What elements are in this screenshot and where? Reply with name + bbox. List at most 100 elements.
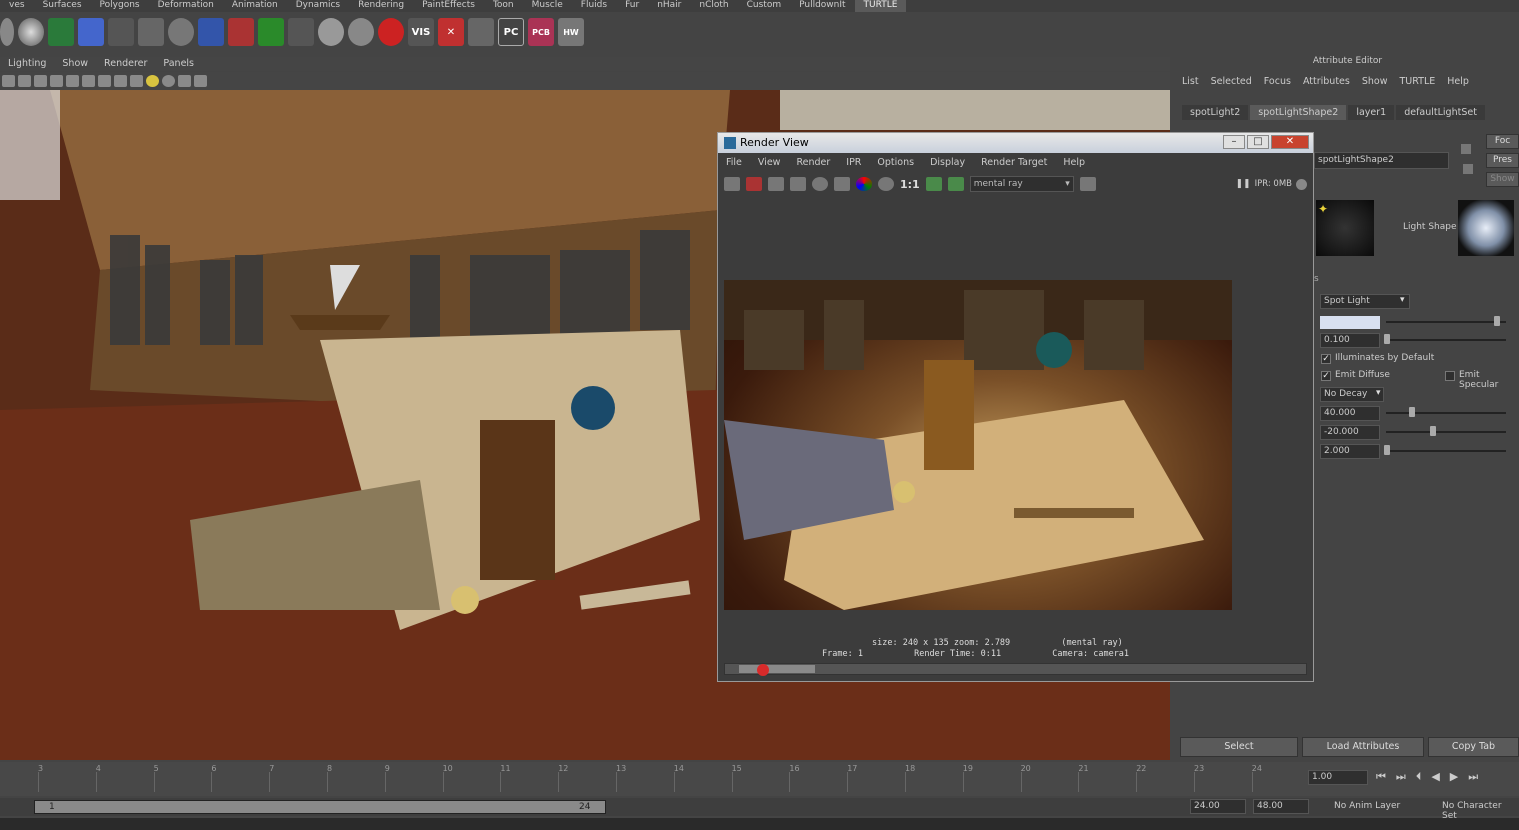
shelf-tab-13[interactable]: nCloth (690, 0, 737, 12)
ae-menu-item-4[interactable]: Show (1356, 76, 1394, 87)
shelf-tab-6[interactable]: Rendering (349, 0, 413, 12)
ae-tab-1[interactable]: spotLightShape2 (1250, 105, 1347, 120)
intensity-slider[interactable] (1386, 339, 1506, 341)
red-sphere-icon[interactable] (378, 18, 404, 46)
figures-icon[interactable] (138, 18, 164, 46)
emit-diffuse-checkbox[interactable]: ✓ (1321, 371, 1331, 381)
step-back-key-icon[interactable]: ⏭ (1396, 770, 1406, 784)
redo-render-icon[interactable] (724, 177, 740, 191)
grid-icon[interactable] (78, 18, 104, 46)
shelf-tab-3[interactable]: Deformation (149, 0, 223, 12)
ae-tab-3[interactable]: defaultLightSet (1396, 105, 1485, 120)
hw-icon[interactable]: HW (558, 18, 584, 46)
rgb-channel-icon[interactable] (856, 177, 872, 191)
go-to-start-icon[interactable]: ⏮ (1376, 770, 1386, 784)
light-icon[interactable] (146, 75, 159, 87)
render-icon[interactable] (198, 18, 224, 46)
texture-icon[interactable] (130, 75, 143, 87)
render-view-menu-item-1[interactable]: View (750, 157, 789, 173)
shelf-tab-15[interactable]: PulldownIt (790, 0, 854, 12)
dropoff-field[interactable]: 2.000 (1320, 444, 1380, 459)
green-shape-icon[interactable] (48, 18, 74, 46)
lens2-icon[interactable] (348, 18, 374, 46)
arrow-out-icon[interactable] (1461, 144, 1471, 154)
range-bar[interactable]: 1 24 (34, 800, 606, 814)
color-slider-knob[interactable] (1494, 316, 1500, 326)
render-view-menu-item-5[interactable]: Display (922, 157, 973, 173)
sphere-icon[interactable] (0, 18, 14, 46)
alpha-channel-icon[interactable] (878, 177, 894, 191)
copy-tab-button[interactable]: Copy Tab (1428, 737, 1519, 757)
ipr-icon[interactable] (790, 177, 806, 191)
shelf-tab-4[interactable]: Animation (223, 0, 287, 12)
viewport-menu-item-1[interactable]: Show (54, 57, 96, 71)
render-view-menu-item-7[interactable]: Help (1055, 157, 1093, 173)
wire-icon[interactable] (98, 75, 111, 87)
bars-icon[interactable] (468, 18, 494, 46)
light-color-swatch[interactable] (1320, 316, 1380, 329)
dropoff-slider-knob[interactable] (1384, 445, 1390, 455)
penumbra-slider[interactable] (1386, 431, 1506, 433)
viewport-menu-item-3[interactable]: Panels (155, 57, 202, 71)
intensity-slider-knob[interactable] (1384, 334, 1390, 344)
command-line[interactable] (0, 818, 1519, 830)
go-to-end-icon[interactable]: ⏭ (1468, 770, 1478, 784)
play-back-icon[interactable]: ◀ (1431, 770, 1439, 784)
isolate-icon[interactable] (178, 75, 191, 87)
shaded-icon[interactable] (114, 75, 127, 87)
bw-icon[interactable] (288, 18, 314, 46)
render-view-menu-item-3[interactable]: IPR (838, 157, 869, 173)
camera-icon[interactable] (2, 75, 15, 87)
render-view-menu-item-0[interactable]: File (718, 157, 750, 173)
shelf-tab-12[interactable]: nHair (648, 0, 690, 12)
ae-menu-item-3[interactable]: Attributes (1297, 76, 1356, 87)
cone-angle-field[interactable]: 40.000 (1320, 406, 1380, 421)
focus-button[interactable]: Foc (1486, 134, 1519, 149)
render-view-menu-item-4[interactable]: Options (869, 157, 922, 173)
render-view-menu-item-2[interactable]: Render (788, 157, 838, 173)
render-view-menu-item-6[interactable]: Render Target (973, 157, 1055, 173)
shelf-tab-5[interactable]: Dynamics (287, 0, 349, 12)
anim-end-field[interactable]: 24.00 (1190, 799, 1246, 814)
ae-menu-item-1[interactable]: Selected (1205, 76, 1258, 87)
shelf-tab-2[interactable]: Polygons (91, 0, 149, 12)
anim-layer-select[interactable]: No Anim Layer (1334, 801, 1400, 811)
illuminates-checkbox[interactable]: ✓ (1321, 354, 1331, 364)
shelf-tab-7[interactable]: PaintEffects (413, 0, 484, 12)
time-slider[interactable]: 1.00 ⏮ ⏭ ⏴ ◀ ▶ ⏭ 3 4 5 6 7 8 9 10 11 12 13 14 15 16 17… (0, 762, 1519, 796)
current-frame-field[interactable]: 1.00 (1308, 770, 1368, 785)
nodes-icon[interactable] (108, 18, 134, 46)
ae-tab-0[interactable]: spotLight2 (1182, 105, 1249, 120)
shelf-tab-9[interactable]: Muscle (523, 0, 572, 12)
load-attributes-button[interactable]: Load Attributes (1302, 737, 1424, 757)
viewport-menu-item-2[interactable]: Renderer (96, 57, 155, 71)
green-ball-icon[interactable] (258, 18, 284, 46)
ae-menu-item-6[interactable]: Help (1441, 76, 1475, 87)
refresh-icon[interactable] (812, 177, 828, 191)
shelf-tab-11[interactable]: Fur (616, 0, 648, 12)
film-icon[interactable] (66, 75, 79, 87)
decay-select[interactable]: No Decay (1320, 387, 1384, 402)
close-button[interactable]: ✕ (1271, 135, 1309, 149)
maximize-button[interactable]: □ (1247, 135, 1269, 149)
keep-image-icon[interactable] (925, 177, 942, 191)
render-region-icon[interactable] (746, 177, 762, 191)
shelf-tab-16[interactable]: TURTLE (854, 0, 907, 12)
render-view-scrollbar[interactable] (724, 663, 1307, 676)
shelf-tab-10[interactable]: Fluids (572, 0, 616, 12)
node-name-field[interactable]: spotLightShape2 (1314, 152, 1449, 169)
resolution-icon[interactable] (82, 75, 95, 87)
presets-button[interactable]: Pres (1486, 153, 1519, 168)
select-icon[interactable] (18, 75, 31, 87)
pause-icon[interactable]: ❚❚ (1235, 179, 1250, 189)
select-button[interactable]: Select (1180, 737, 1298, 757)
bookmark-icon[interactable] (34, 75, 47, 87)
snapshot-icon[interactable] (768, 177, 784, 191)
penumbra-field[interactable]: -20.000 (1320, 425, 1380, 440)
renderer-select[interactable]: mental ray (969, 176, 1074, 192)
viewport-menu-item-0[interactable]: Lighting (0, 57, 54, 71)
light-type-select[interactable]: Spot Light (1320, 294, 1410, 309)
ae-menu-item-0[interactable]: List (1176, 76, 1205, 87)
ae-menu-item-5[interactable]: TURTLE (1393, 76, 1441, 87)
step-back-icon[interactable]: ⏴ (1416, 770, 1422, 784)
